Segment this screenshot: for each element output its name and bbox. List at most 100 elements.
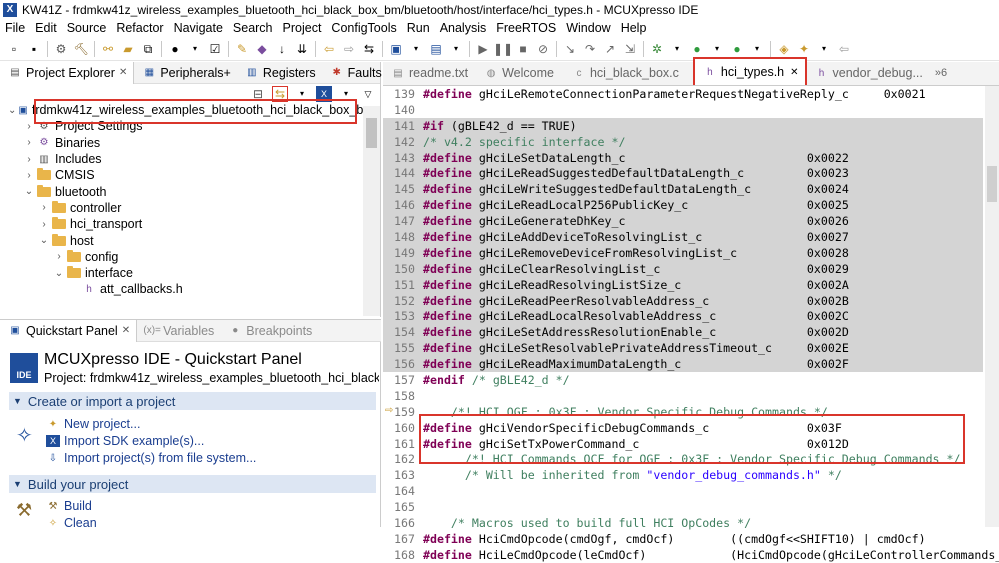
- nav-icon[interactable]: ⇆: [361, 41, 377, 57]
- tree-item[interactable]: ⌄ bluetooth: [0, 183, 362, 199]
- code-line[interactable]: 156 #define gHciLeReadMaximumDataLength_c…: [383, 356, 983, 373]
- view-menu-icon[interactable]: ▽: [360, 86, 376, 102]
- menu-item-freertos[interactable]: FreeRTOS: [491, 21, 561, 35]
- external-tools-icon[interactable]: ●: [729, 41, 745, 57]
- close-icon[interactable]: ✕: [790, 67, 798, 78]
- back-icon[interactable]: ⇦: [321, 41, 337, 57]
- instruction-step-icon[interactable]: ⇲: [622, 41, 638, 57]
- code-line[interactable]: 146 #define gHciLeReadLocalP256PublicKey_…: [383, 197, 983, 214]
- code-line[interactable]: 148 #define gHciLeAddDeviceToResolvingLis…: [383, 229, 983, 245]
- close-icon[interactable]: ✕: [122, 325, 130, 336]
- code-line[interactable]: 144 #define gHciLeReadSuggestedDefaultDat…: [383, 165, 983, 182]
- dropdown-icon[interactable]: ▾: [669, 41, 685, 57]
- code-line[interactable]: 158: [383, 388, 983, 404]
- clean-link[interactable]: ✧ Clean: [44, 516, 97, 530]
- editor-scrollbar[interactable]: [985, 86, 999, 527]
- tab-quickstart[interactable]: ▣ Quickstart Panel ✕: [0, 319, 138, 342]
- menu-item-edit[interactable]: Edit: [30, 21, 62, 35]
- disconnect-icon[interactable]: ⊘: [535, 41, 551, 57]
- code-line[interactable]: 152 #define gHciLeReadPeerResolvableAddre…: [383, 292, 983, 309]
- code-line[interactable]: 164: [383, 483, 983, 499]
- chevron-down-icon[interactable]: ⌄: [38, 235, 50, 246]
- package-icon[interactable]: ◈: [776, 41, 792, 57]
- link-icon[interactable]: ⚯: [100, 41, 116, 57]
- create-import-section[interactable]: ▼ Create or import a project: [9, 392, 376, 410]
- tree-scrollbar[interactable]: [363, 106, 380, 316]
- menu-item-window[interactable]: Window: [561, 21, 615, 35]
- code-line[interactable]: 157 #endif /* gBLE42_d */: [383, 372, 983, 388]
- run-icon[interactable]: ●: [689, 41, 705, 57]
- close-icon[interactable]: ✕: [119, 67, 127, 78]
- tree-item[interactable]: ⌄ interface: [0, 265, 362, 281]
- code-line[interactable]: 166 /* Macros used to build full HCI OpC…: [383, 515, 983, 531]
- chevron-right-icon[interactable]: ›: [38, 202, 50, 213]
- code-line[interactable]: 147 #define gHciLeGenerateDhKey_c 0x0026: [383, 213, 983, 230]
- code-line[interactable]: 145 #define gHciLeWriteSuggestedDefaultDa…: [383, 181, 983, 198]
- menu-item-search[interactable]: Search: [228, 21, 278, 35]
- chip-icon[interactable]: ▤: [428, 41, 444, 57]
- build-icon[interactable]: 🔨︎: [73, 41, 89, 57]
- step-over-icon[interactable]: ↷: [582, 41, 598, 57]
- chevron-right-icon[interactable]: ›: [23, 170, 35, 181]
- menu-item-configtools[interactable]: ConfigTools: [326, 21, 401, 35]
- code-line[interactable]: 139 #define gHciLeRemoteConnectionParamet…: [383, 86, 983, 102]
- code-line[interactable]: 168 #define HciLeCmdOpcode(leCmdOcf) (Hci…: [383, 547, 999, 563]
- save-icon[interactable]: ▪: [26, 41, 42, 57]
- tab-faults[interactable]: ✱ Faults: [322, 62, 388, 84]
- dropdown-icon[interactable]: ▾: [408, 41, 424, 57]
- code-line[interactable]: 167 #define HciCmdOpcode(cmdOgf, cmdOcf) …: [383, 531, 983, 547]
- arrow-icon[interactable]: ↓: [274, 41, 290, 57]
- tree-item[interactable]: › ⚙ Binaries: [0, 135, 362, 151]
- step-into-icon[interactable]: ↘: [562, 41, 578, 57]
- new-icon[interactable]: ▫: [6, 41, 22, 57]
- tab-hci-types[interactable]: h hci_types.h ✕: [692, 57, 807, 85]
- scroll-thumb[interactable]: [366, 118, 377, 148]
- build-section[interactable]: ▼ Build your project: [9, 475, 376, 493]
- new-project-link[interactable]: ✦ New project...: [44, 417, 141, 431]
- chevron-right-icon[interactable]: ›: [53, 251, 65, 262]
- resume-icon[interactable]: ▶: [475, 41, 491, 57]
- step-return-icon[interactable]: ↗: [602, 41, 618, 57]
- marker-icon[interactable]: ◆: [254, 41, 270, 57]
- chevron-right-icon[interactable]: ›: [23, 137, 35, 148]
- tree-item[interactable]: › controller: [0, 200, 362, 216]
- tree-item[interactable]: ⌄ host: [0, 232, 362, 248]
- build-link[interactable]: ⚒ Build: [44, 499, 92, 513]
- tab-welcome[interactable]: ◍ Welcome: [474, 61, 560, 85]
- code-line[interactable]: 150 #define gHciLeClearResolvingList_c 0x…: [383, 260, 983, 277]
- code-line[interactable]: 142 /* v4.2 specific interface */: [383, 133, 983, 150]
- tree-item[interactable]: › ▥ Includes: [0, 151, 362, 167]
- chevron-down-icon[interactable]: ⌄: [53, 268, 65, 279]
- code-line[interactable]: 154 #define gHciLeSetAddressResolutionEna…: [383, 324, 983, 341]
- menu-item-navigate[interactable]: Navigate: [169, 21, 228, 35]
- more-tabs-button[interactable]: »6: [929, 61, 953, 85]
- tree-item[interactable]: › hci_transport: [0, 216, 362, 232]
- code-line[interactable]: 163 /* Will be inherited from "vendor_de…: [383, 467, 983, 483]
- menu-item-help[interactable]: Help: [616, 21, 652, 35]
- dropdown-icon[interactable]: ▾: [749, 41, 765, 57]
- pause-icon[interactable]: ❚❚: [493, 41, 513, 57]
- tab-hci-black-box[interactable]: c hci_black_box.c: [560, 61, 685, 85]
- menu-item-run[interactable]: Run: [402, 21, 435, 35]
- tab-breakpoints[interactable]: ● Breakpoints: [220, 320, 318, 342]
- tab-vendor-debug[interactable]: h vendor_debug...: [807, 61, 929, 85]
- code-line[interactable]: 141 #if (gBLE42_d == TRUE): [383, 117, 983, 134]
- code-line[interactable]: 149 #define gHciLeRemoveDeviceFromResolvi…: [383, 244, 983, 261]
- dropdown-icon[interactable]: ▾: [448, 41, 464, 57]
- back-icon[interactable]: ⇦: [836, 41, 852, 57]
- scroll-thumb[interactable]: [987, 166, 997, 202]
- tab-variables[interactable]: (x)= Variables: [137, 320, 220, 342]
- code-view[interactable]: 139 #define gHciLeRemoteConnectionParamet…: [383, 86, 999, 563]
- debug-icon[interactable]: ✲: [649, 41, 665, 57]
- menu-item-refactor[interactable]: Refactor: [111, 21, 168, 35]
- tab-project-explorer[interactable]: ▤ Project Explorer ✕: [0, 61, 135, 84]
- code-line[interactable]: 165: [383, 499, 983, 515]
- dropdown-icon[interactable]: ▾: [816, 41, 832, 57]
- folder-icon[interactable]: ▰: [120, 41, 136, 57]
- stop-icon[interactable]: ■: [515, 41, 531, 57]
- menu-item-analysis[interactable]: Analysis: [435, 21, 492, 35]
- copy-icon[interactable]: ⧉: [140, 41, 156, 57]
- menu-item-source[interactable]: Source: [62, 21, 112, 35]
- dropdown-icon[interactable]: ▾: [187, 41, 203, 57]
- chevron-right-icon[interactable]: ›: [23, 154, 35, 165]
